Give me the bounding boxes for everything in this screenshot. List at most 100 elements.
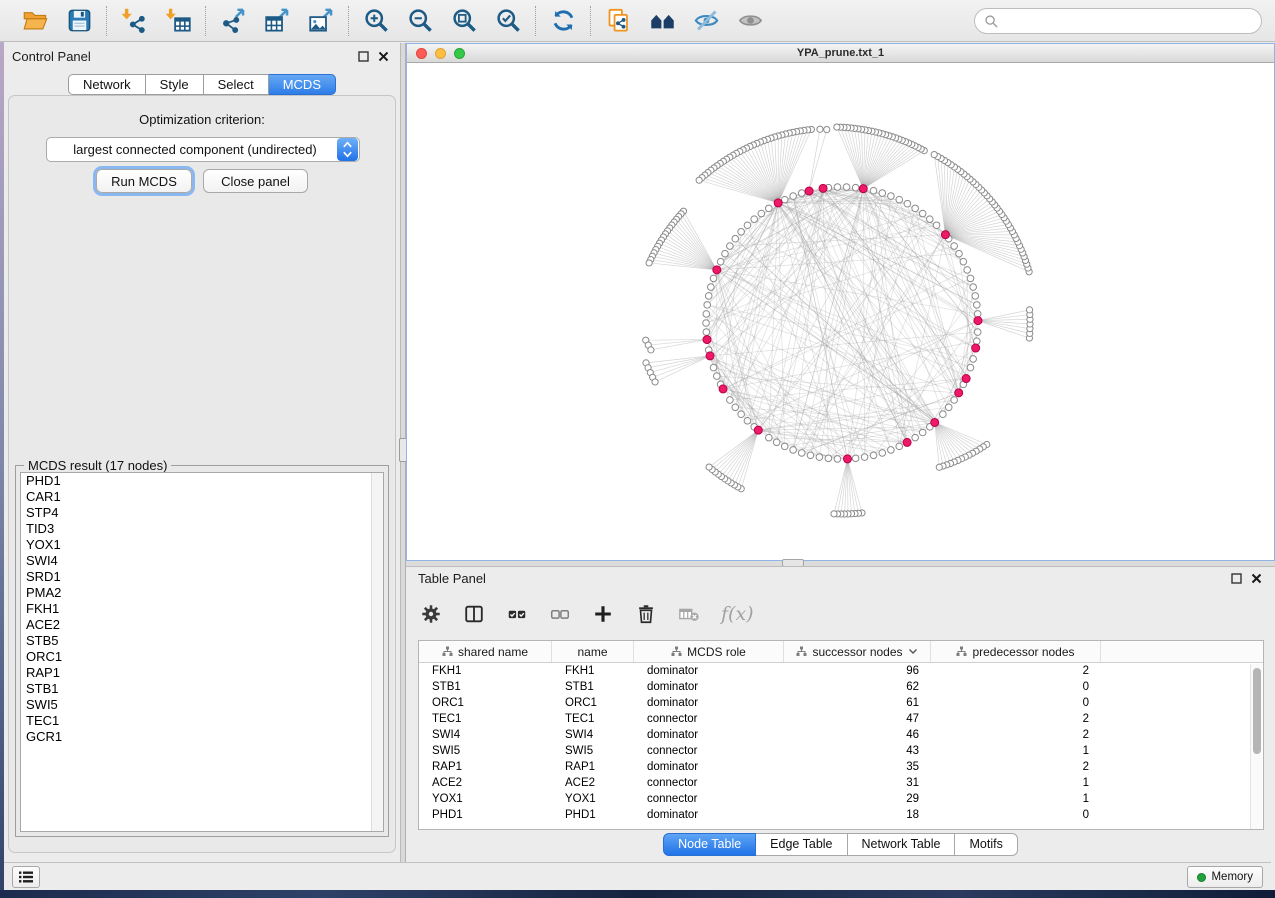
table-cell: RAP1 — [552, 759, 634, 775]
table-row[interactable]: TEC1TEC1connector472 — [419, 711, 1263, 727]
zoom-in-icon[interactable] — [361, 6, 391, 36]
refresh-icon[interactable] — [548, 6, 578, 36]
mcds-result-item[interactable]: GCR1 — [21, 729, 383, 745]
run-mcds-button[interactable]: Run MCDS — [96, 169, 192, 193]
mcds-result-item[interactable]: SRD1 — [21, 569, 383, 585]
criterion-dropdown[interactable]: largest connected component (undirected) — [46, 137, 360, 162]
zoom-out-icon[interactable] — [405, 6, 435, 36]
table-cell: STB1 — [419, 679, 552, 695]
network-window-titlebar[interactable]: YPA_prune.txt_1 — [407, 44, 1274, 63]
table-row[interactable]: SWI5SWI5connector431 — [419, 743, 1263, 759]
file-group — [8, 6, 106, 36]
table-settings-gear-icon[interactable] — [420, 601, 442, 627]
column-header[interactable]: predecessor nodes — [931, 641, 1101, 662]
import-network-icon[interactable] — [119, 6, 149, 36]
tab-node-table[interactable]: Node Table — [663, 833, 756, 856]
close-panel-icon[interactable] — [377, 50, 390, 63]
table-cell: 43 — [784, 743, 931, 759]
search-input[interactable] — [999, 14, 1261, 28]
float-panel-icon[interactable] — [357, 50, 370, 63]
delete-column-trash-icon[interactable] — [635, 601, 657, 627]
tab-network[interactable]: Network — [68, 74, 146, 95]
table-row[interactable]: YOX1YOX1connector291 — [419, 791, 1263, 807]
zoom-selected-icon[interactable] — [493, 6, 523, 36]
table-cell: 62 — [784, 679, 931, 695]
export-network-icon[interactable] — [218, 6, 248, 36]
mcds-result-item[interactable]: RAP1 — [21, 665, 383, 681]
hide-selected-icon[interactable] — [691, 6, 721, 36]
mcds-result-item[interactable]: YOX1 — [21, 537, 383, 553]
search-icon — [984, 14, 999, 29]
close-panel-button[interactable]: Close panel — [203, 169, 308, 193]
table-row[interactable]: ACE2ACE2connector311 — [419, 775, 1263, 791]
table-row[interactable]: ORC1ORC1dominator610 — [419, 695, 1263, 711]
memory-status-icon — [1197, 873, 1206, 882]
deselect-all-icon[interactable] — [549, 601, 571, 627]
save-session-icon[interactable] — [64, 6, 94, 36]
mcds-result-item[interactable]: ORC1 — [21, 649, 383, 665]
mcds-result-item[interactable]: CAR1 — [21, 489, 383, 505]
mcds-result-item[interactable]: STB1 — [21, 681, 383, 697]
table-cell: SWI4 — [419, 727, 552, 743]
table-row[interactable]: PHD1PHD1dominator180 — [419, 807, 1263, 823]
mcds-result-item[interactable]: STB5 — [21, 633, 383, 649]
node-table[interactable]: shared namenameMCDS rolesuccessor nodesp… — [418, 640, 1264, 830]
mcds-result-list[interactable]: PHD1CAR1STP4TID3YOX1SWI4SRD1PMA2FKH1ACE2… — [20, 472, 384, 832]
column-header[interactable]: shared name — [419, 641, 552, 662]
import-table-icon[interactable] — [163, 6, 193, 36]
copy-network-icon[interactable] — [603, 6, 633, 36]
export-table-icon[interactable] — [262, 6, 292, 36]
table-cell: 96 — [784, 663, 931, 679]
delete-table-icon[interactable] — [678, 601, 700, 627]
mcds-result-item[interactable]: SWI5 — [21, 697, 383, 713]
table-toolbar: f(x) — [420, 595, 754, 633]
table-panel-title: Table Panel — [418, 571, 486, 586]
open-session-icon[interactable] — [20, 6, 50, 36]
task-history-button[interactable] — [12, 866, 40, 888]
function-builder-icon[interactable]: f(x) — [721, 601, 754, 627]
show-all-icon[interactable] — [735, 6, 765, 36]
table-row[interactable]: RAP1RAP1dominator352 — [419, 759, 1263, 775]
table-row[interactable]: SWI4SWI4dominator462 — [419, 727, 1263, 743]
zoom-fit-icon[interactable] — [449, 6, 479, 36]
network-canvas[interactable] — [407, 63, 1274, 560]
table-scrollbar-thumb[interactable] — [1253, 668, 1261, 754]
mcds-result-item[interactable]: PMA2 — [21, 585, 383, 601]
mcds-result-item[interactable]: FKH1 — [21, 601, 383, 617]
table-cell: TEC1 — [552, 711, 634, 727]
mcds-result-item[interactable]: TID3 — [21, 521, 383, 537]
mcds-result-item[interactable]: PHD1 — [21, 473, 383, 489]
mcds-result-item[interactable]: SWI4 — [21, 553, 383, 569]
column-browser-icon[interactable] — [463, 601, 485, 627]
close-panel-icon[interactable] — [1250, 572, 1263, 585]
table-row[interactable]: STB1STB1dominator620 — [419, 679, 1263, 695]
mcds-result-item[interactable]: STP4 — [21, 505, 383, 521]
search-field[interactable] — [974, 8, 1262, 34]
table-row[interactable]: FKH1FKH1dominator962 — [419, 663, 1263, 679]
select-all-icon[interactable] — [506, 601, 528, 627]
control-panel-header: Control Panel — [4, 43, 400, 69]
tab-motifs[interactable]: Motifs — [955, 833, 1017, 856]
mcds-result-item[interactable]: TEC1 — [21, 713, 383, 729]
tab-mcds[interactable]: MCDS — [269, 74, 336, 95]
column-header[interactable]: successor nodes — [784, 641, 931, 662]
memory-button[interactable]: Memory — [1187, 866, 1263, 888]
float-panel-icon[interactable] — [1230, 572, 1243, 585]
tab-style[interactable]: Style — [146, 74, 204, 95]
first-neighbors-icon[interactable] — [647, 6, 677, 36]
result-list-scrollbar[interactable] — [371, 473, 383, 831]
column-header[interactable]: name — [552, 641, 634, 662]
tab-edge-table[interactable]: Edge Table — [756, 833, 847, 856]
table-scrollbar[interactable] — [1250, 664, 1262, 830]
mcds-result-item[interactable]: ACE2 — [21, 617, 383, 633]
network-graph[interactable] — [407, 63, 1274, 560]
table-cell: 18 — [784, 807, 931, 823]
export-group — [206, 6, 348, 36]
column-header[interactable]: MCDS role — [634, 641, 784, 662]
optimization-criterion-label: Optimization criterion: — [9, 112, 395, 127]
tab-network-table[interactable]: Network Table — [848, 833, 956, 856]
export-image-icon[interactable] — [306, 6, 336, 36]
add-column-icon[interactable] — [592, 601, 614, 627]
refresh-group — [536, 6, 590, 36]
tab-select[interactable]: Select — [204, 74, 269, 95]
